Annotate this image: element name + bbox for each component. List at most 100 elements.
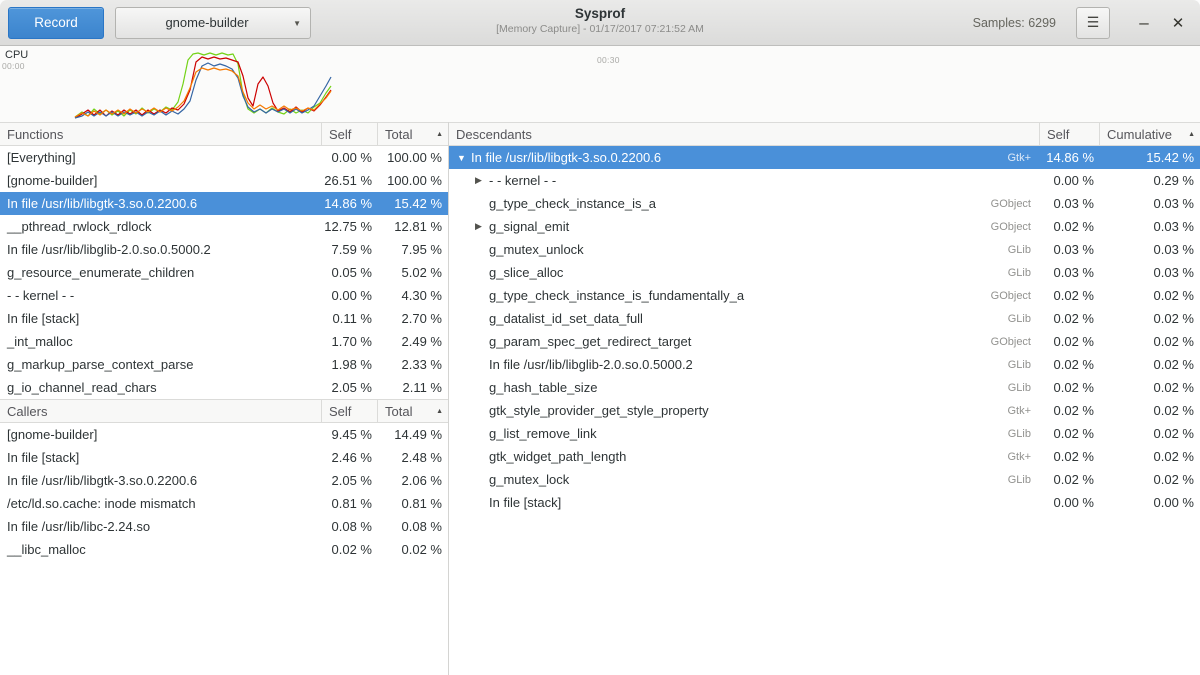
descendant-name: g_param_spec_get_redirect_target xyxy=(489,334,691,349)
function-row[interactable]: g_markup_parse_context_parse 1.98 % 2.33… xyxy=(0,353,448,376)
descendant-self-value: 0.02 % xyxy=(1040,311,1100,326)
cpu-graph[interactable]: CPU 00:00 00:30 xyxy=(0,46,1200,122)
descendant-row[interactable]: ▼ In file /usr/lib/libgtk-3.so.0.2200.6 … xyxy=(449,146,1200,169)
time-label-mid: 00:30 xyxy=(597,55,620,65)
callers-table-header: Callers Self Total▲ xyxy=(0,399,448,423)
caller-row[interactable]: In file [stack] 2.46 % 2.48 % xyxy=(0,446,448,469)
descendant-row[interactable]: g_type_check_instance_is_a GObject 0.03 … xyxy=(449,192,1200,215)
function-name: [Everything] xyxy=(0,150,322,165)
descendant-self-value: 0.02 % xyxy=(1040,219,1100,234)
record-button[interactable]: Record xyxy=(8,7,104,39)
descendant-row[interactable]: In file /usr/lib/libglib-2.0.so.0.5000.2… xyxy=(449,353,1200,376)
function-row[interactable]: In file /usr/lib/libgtk-3.so.0.2200.6 14… xyxy=(0,192,448,215)
function-row[interactable]: In file [stack] 0.11 % 2.70 % xyxy=(0,307,448,330)
caller-row[interactable]: [gnome-builder] 9.45 % 14.49 % xyxy=(0,423,448,446)
expander-icon[interactable]: ▼ xyxy=(457,153,471,163)
callers-self-column-header[interactable]: Self xyxy=(322,400,378,423)
category-label: Gtk+ xyxy=(1007,152,1040,164)
function-total-value: 5.02 % xyxy=(378,265,448,280)
caller-row[interactable]: In file /usr/lib/libgtk-3.so.0.2200.6 2.… xyxy=(0,469,448,492)
descendant-cumulative-value: 0.02 % xyxy=(1100,380,1200,395)
descendant-row[interactable]: ▶ g_signal_emit GObject 0.02 % 0.03 % xyxy=(449,215,1200,238)
time-label-start: 00:00 xyxy=(2,61,25,71)
functions-total-column-header[interactable]: Total▲ xyxy=(378,123,448,146)
function-row[interactable]: __pthread_rwlock_rdlock 12.75 % 12.81 % xyxy=(0,215,448,238)
descendant-row[interactable]: g_slice_alloc GLib 0.03 % 0.03 % xyxy=(449,261,1200,284)
category-label: Gtk+ xyxy=(1007,405,1040,417)
descendant-row[interactable]: g_type_check_instance_is_fundamentally_a… xyxy=(449,284,1200,307)
function-name: In file [stack] xyxy=(0,311,322,326)
function-name: [gnome-builder] xyxy=(0,173,322,188)
descendant-row[interactable]: In file [stack] 0.00 % 0.00 % xyxy=(449,491,1200,514)
expander-icon[interactable]: ▶ xyxy=(475,221,489,232)
functions-column-header[interactable]: Functions xyxy=(0,123,322,146)
function-self-value: 14.86 % xyxy=(322,196,378,211)
descendant-row[interactable]: g_param_spec_get_redirect_target GObject… xyxy=(449,330,1200,353)
process-selector-label: gnome-builder xyxy=(126,15,288,30)
descendant-row[interactable]: g_list_remove_link GLib 0.02 % 0.02 % xyxy=(449,422,1200,445)
function-row[interactable]: - - kernel - - 0.00 % 4.30 % xyxy=(0,284,448,307)
category-label: GLib xyxy=(1008,428,1040,440)
minimize-button[interactable]: – xyxy=(1130,9,1158,37)
caller-row[interactable]: In file /usr/lib/libc-2.24.so 0.08 % 0.0… xyxy=(0,515,448,538)
function-row[interactable]: In file /usr/lib/libglib-2.0.so.0.5000.2… xyxy=(0,238,448,261)
descendant-row[interactable]: gtk_widget_path_length Gtk+ 0.02 % 0.02 … xyxy=(449,445,1200,468)
caller-total-value: 0.08 % xyxy=(378,519,448,534)
descendant-row[interactable]: g_hash_table_size GLib 0.02 % 0.02 % xyxy=(449,376,1200,399)
function-total-value: 100.00 % xyxy=(378,173,448,188)
caller-row[interactable]: __libc_malloc 0.02 % 0.02 % xyxy=(0,538,448,561)
category-label: GLib xyxy=(1008,313,1040,325)
callers-column-header[interactable]: Callers xyxy=(0,400,322,423)
descendants-column-header[interactable]: Descendants xyxy=(449,123,1040,146)
function-total-value: 2.49 % xyxy=(378,334,448,349)
descendant-self-value: 0.02 % xyxy=(1040,403,1100,418)
category-label: GObject xyxy=(991,221,1040,233)
descendant-self-value: 14.86 % xyxy=(1040,150,1100,165)
expander-icon[interactable]: ▶ xyxy=(475,175,489,186)
descendant-name: In file /usr/lib/libgtk-3.so.0.2200.6 xyxy=(471,150,661,165)
descendant-cumulative-value: 0.02 % xyxy=(1100,403,1200,418)
profile-panes: Functions Self Total▲ [Everything] 0.00 … xyxy=(0,122,1200,675)
function-row[interactable]: [gnome-builder] 26.51 % 100.00 % xyxy=(0,169,448,192)
descendant-cumulative-value: 0.02 % xyxy=(1100,311,1200,326)
function-self-value: 0.00 % xyxy=(322,288,378,303)
caller-row[interactable]: /etc/ld.so.cache: inode mismatch 0.81 % … xyxy=(0,492,448,515)
caller-total-value: 14.49 % xyxy=(378,427,448,442)
descendant-self-value: 0.03 % xyxy=(1040,242,1100,257)
chevron-down-icon: ▼ xyxy=(293,19,301,28)
descendant-name: gtk_widget_path_length xyxy=(489,449,626,464)
header-bar: Record gnome-builder ▼ Sysprof [Memory C… xyxy=(0,0,1200,46)
descendant-row[interactable]: g_datalist_id_set_data_full GLib 0.02 % … xyxy=(449,307,1200,330)
function-row[interactable]: g_resource_enumerate_children 0.05 % 5.0… xyxy=(0,261,448,284)
descendant-name: In file [stack] xyxy=(489,495,561,510)
function-total-value: 2.33 % xyxy=(378,357,448,372)
descendant-name: g_hash_table_size xyxy=(489,380,597,395)
right-panel: Descendants Self Cumulative▲ ▼ In file /… xyxy=(449,122,1200,675)
descendant-name: g_mutex_unlock xyxy=(489,242,584,257)
descendants-cumulative-column-header[interactable]: Cumulative▲ xyxy=(1100,123,1200,146)
caller-total-value: 0.02 % xyxy=(378,542,448,557)
descendant-row[interactable]: g_mutex_unlock GLib 0.03 % 0.03 % xyxy=(449,238,1200,261)
caller-total-value: 2.48 % xyxy=(378,450,448,465)
descendants-self-column-header[interactable]: Self xyxy=(1040,123,1100,146)
hamburger-icon: ☰ xyxy=(1087,14,1100,31)
descendant-row[interactable]: g_mutex_lock GLib 0.02 % 0.02 % xyxy=(449,468,1200,491)
functions-self-column-header[interactable]: Self xyxy=(322,123,378,146)
function-total-value: 100.00 % xyxy=(378,150,448,165)
descendant-row[interactable]: ▶ - - kernel - - 0.00 % 0.29 % xyxy=(449,169,1200,192)
function-row[interactable]: _int_malloc 1.70 % 2.49 % xyxy=(0,330,448,353)
function-row[interactable]: g_io_channel_read_chars 2.05 % 2.11 % xyxy=(0,376,448,399)
callers-total-column-header[interactable]: Total▲ xyxy=(378,400,448,423)
function-self-value: 12.75 % xyxy=(322,219,378,234)
sort-indicator-icon: ▲ xyxy=(1188,131,1200,138)
descendant-cumulative-value: 0.03 % xyxy=(1100,196,1200,211)
category-label: GLib xyxy=(1008,359,1040,371)
function-row[interactable]: [Everything] 0.00 % 100.00 % xyxy=(0,146,448,169)
descendant-name: g_slice_alloc xyxy=(489,265,563,280)
caller-name: __libc_malloc xyxy=(0,542,322,557)
process-selector[interactable]: gnome-builder ▼ xyxy=(115,7,311,39)
descendant-row[interactable]: gtk_style_provider_get_style_property Gt… xyxy=(449,399,1200,422)
menu-button[interactable]: ☰ xyxy=(1076,7,1110,39)
descendant-name: In file /usr/lib/libglib-2.0.so.0.5000.2 xyxy=(489,357,693,372)
close-button[interactable]: ✕ xyxy=(1164,9,1192,37)
